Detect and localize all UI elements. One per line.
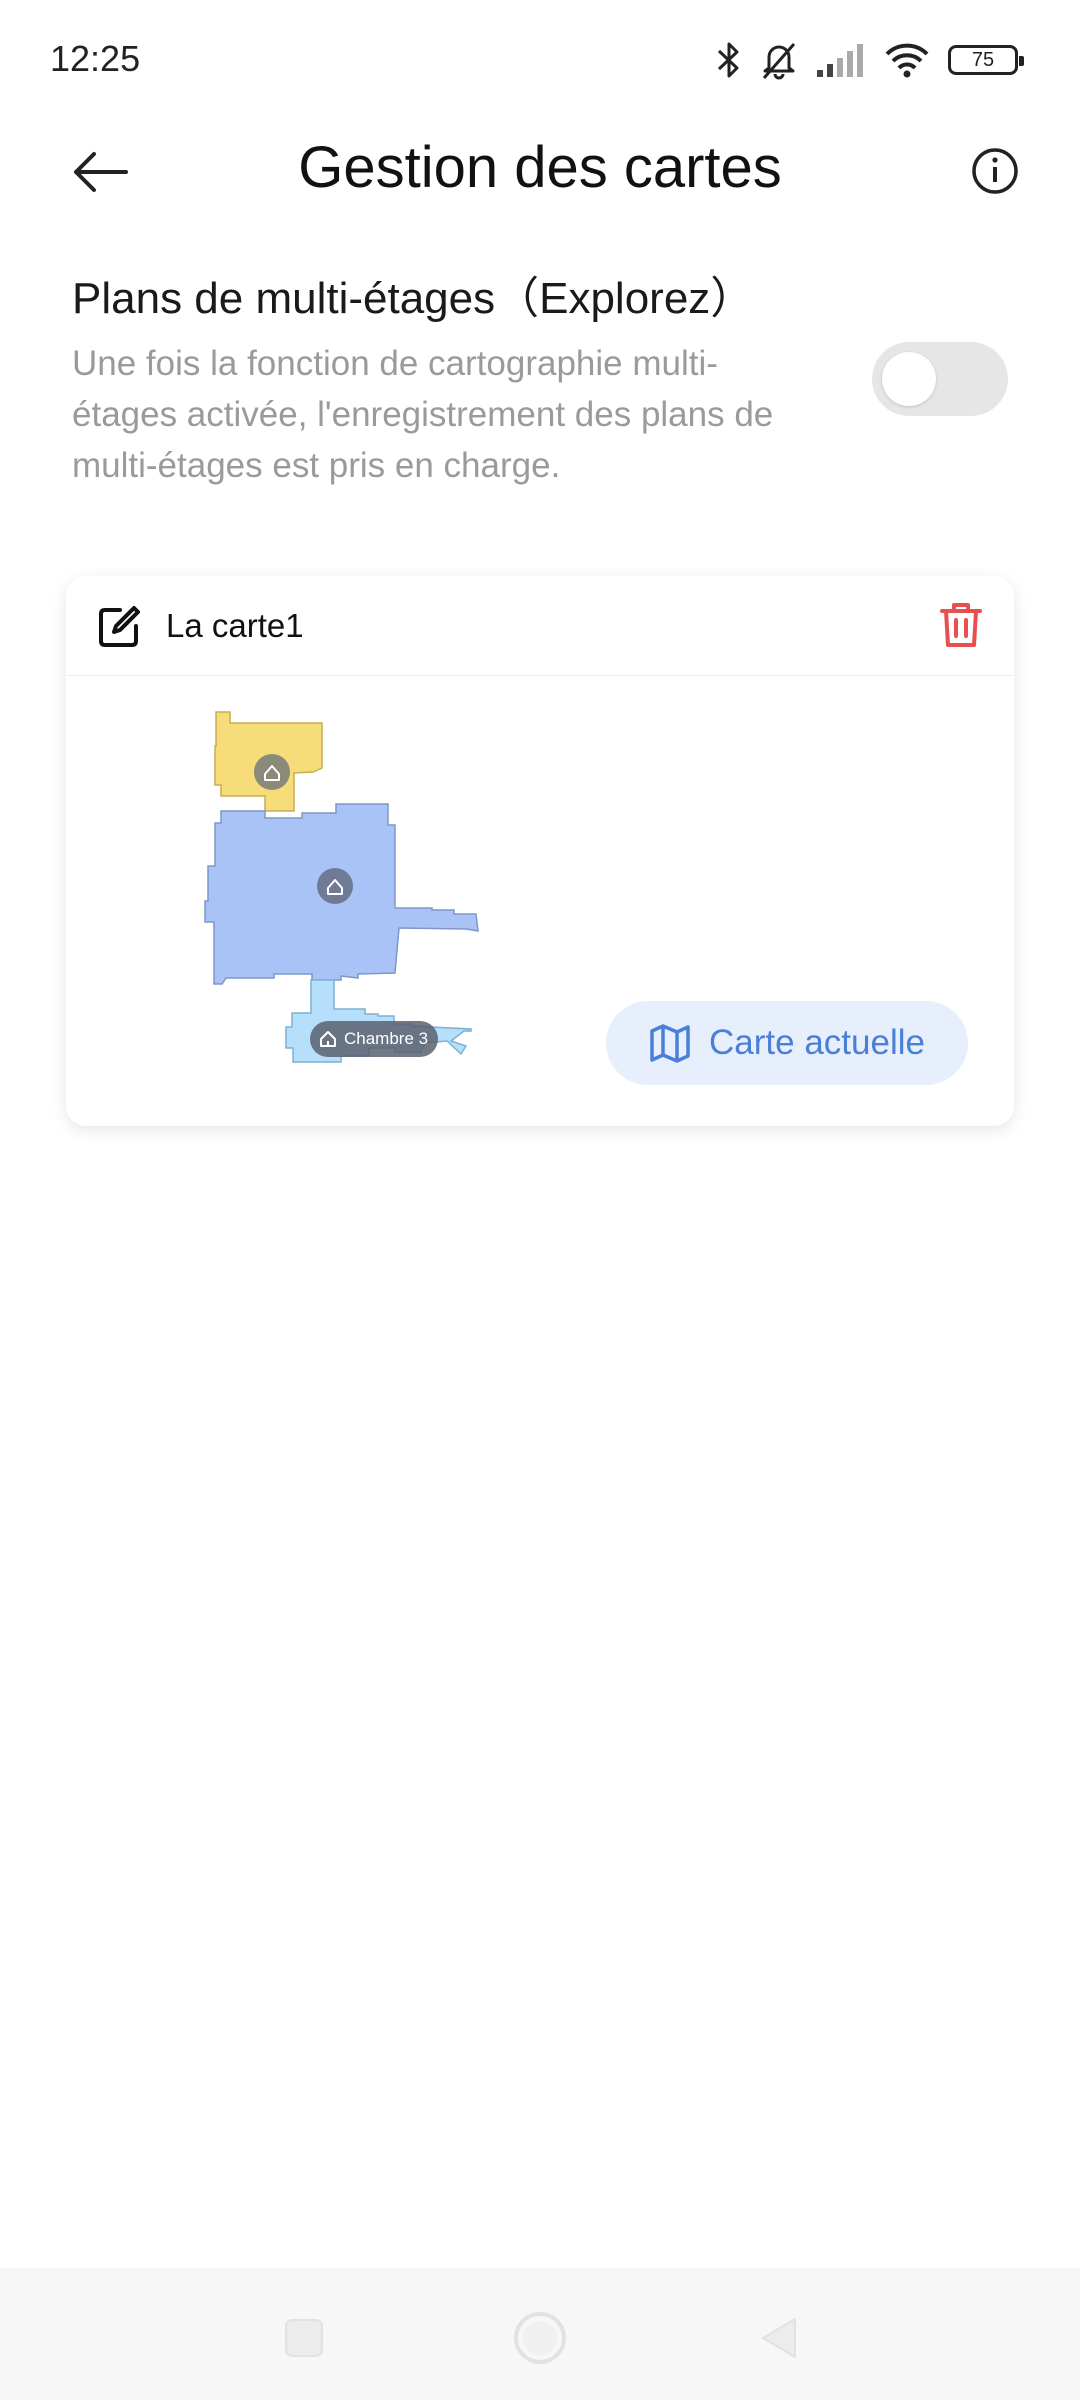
home-nav-icon (514, 2312, 566, 2364)
room-label-text: Chambre 3 (344, 1029, 429, 1048)
room-blue-home-icon (317, 868, 353, 904)
back-nav-button[interactable] (748, 2308, 808, 2368)
wifi-icon (885, 43, 929, 78)
home-button[interactable] (510, 2308, 570, 2368)
map-card[interactable]: La carte1 Chambre 3 Carte actuelle (66, 576, 1014, 1126)
recents-button[interactable] (274, 2308, 334, 2368)
battery-icon: 75 (948, 45, 1024, 75)
info-button[interactable] (960, 136, 1030, 206)
map-icon (650, 1024, 690, 1063)
bluetooth-icon (717, 42, 739, 78)
info-icon (972, 148, 1018, 194)
status-icons: 75 (716, 36, 1024, 84)
battery-level: 75 (971, 48, 995, 71)
multi-floor-description: Une fois la fonction de cartographie mul… (72, 344, 774, 485)
home-icon (320, 1031, 336, 1047)
current-map-label: Carte actuelle (709, 1023, 925, 1062)
room-yellow-home-icon (254, 754, 290, 790)
multi-floor-section: Plans de multi-étages（Explorez） Une fois… (72, 262, 1022, 491)
toggle-knob (882, 352, 936, 406)
current-map-button[interactable]: Carte actuelle (606, 1001, 968, 1085)
map-name: La carte1 (166, 607, 304, 644)
status-time: 12:25 (50, 38, 141, 79)
header: Gestion des cartes (0, 120, 1080, 220)
status-bar: 12:25 75 (0, 0, 1080, 120)
room-label-chambre-3[interactable]: Chambre 3 (310, 1021, 439, 1057)
page-title: Gestion des cartes (298, 135, 782, 200)
edit-icon[interactable] (96, 604, 142, 650)
multi-floor-toggle[interactable] (872, 342, 1008, 416)
multi-floor-title: Plans de multi-étages（Explorez） (72, 274, 755, 323)
trash-icon[interactable] (936, 600, 986, 650)
back-icon (762, 2318, 796, 2358)
recents-icon (285, 2319, 323, 2357)
map-card-header: La carte1 (66, 576, 1014, 676)
nav-bar (0, 2268, 1080, 2400)
screen: 12:25 75 Gestion des cartes Plans de mul… (0, 0, 1080, 2400)
signal-icon (817, 44, 863, 77)
bell-muted-icon (762, 43, 796, 80)
